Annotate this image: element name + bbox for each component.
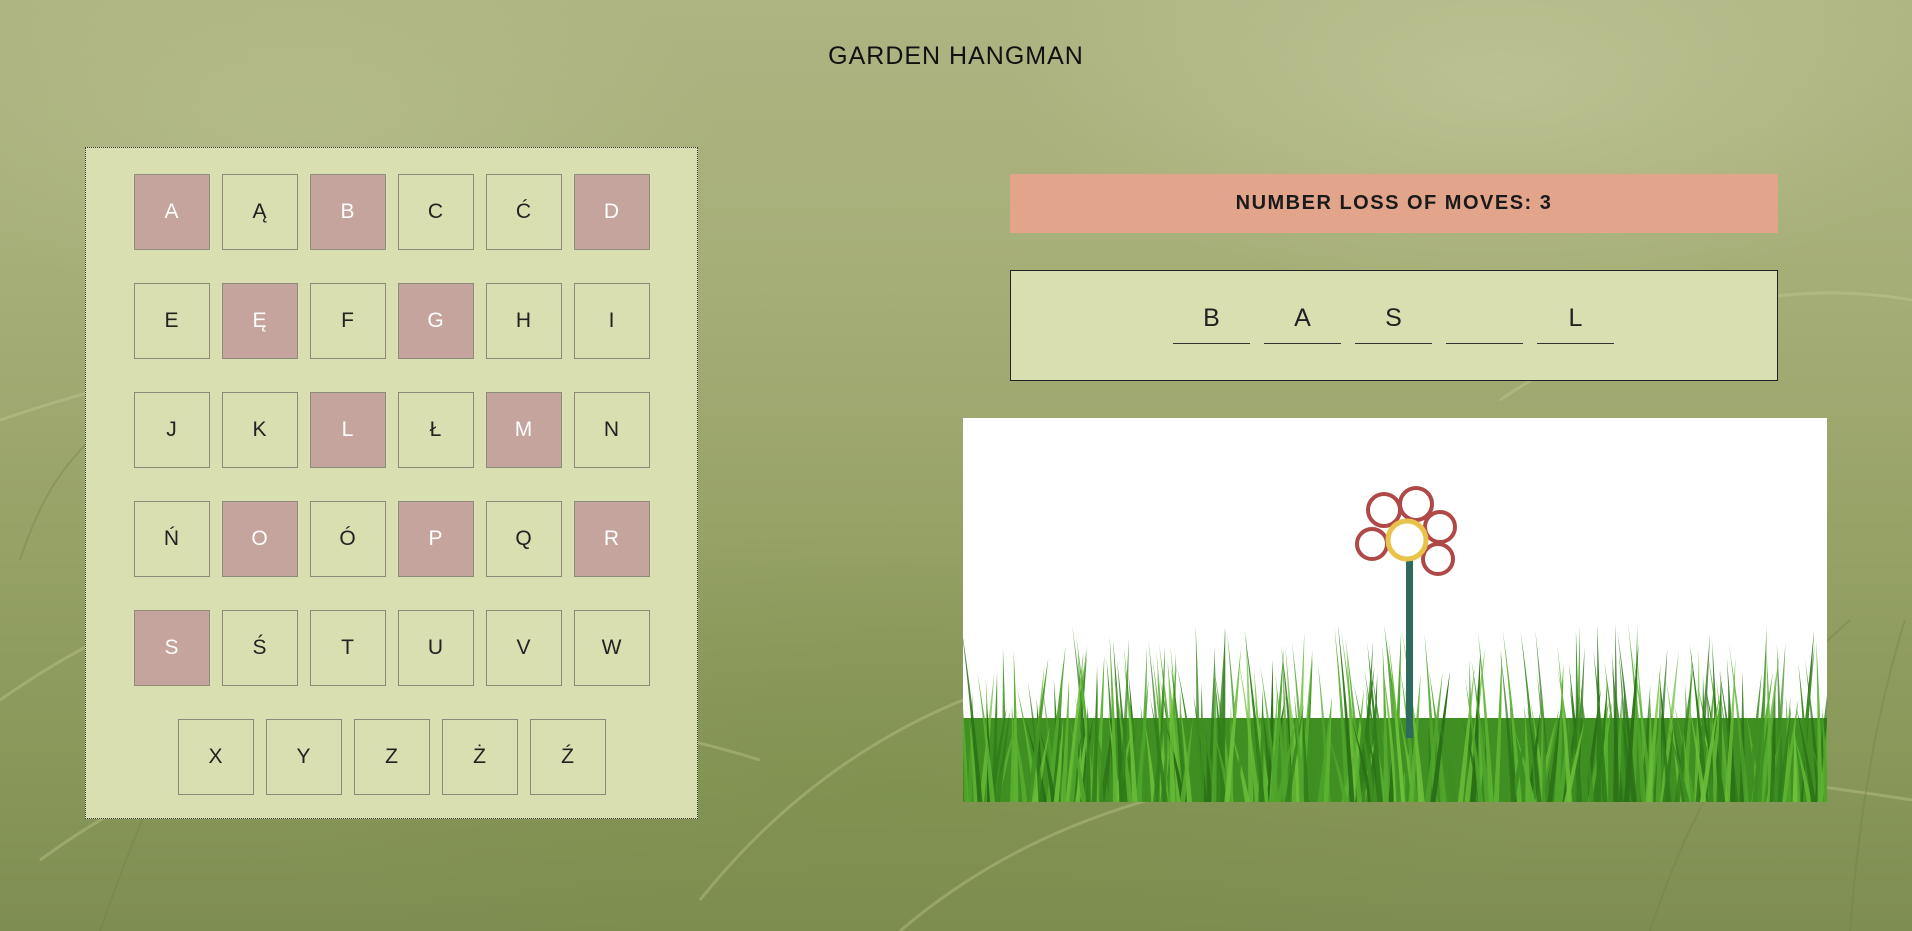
keyboard-row: SŚTUVW [86,610,697,686]
letter-key[interactable]: L [309,392,386,468]
letter-key[interactable]: O [221,501,298,577]
letter-key[interactable]: Ą [221,174,298,250]
flower-scene [963,418,1827,802]
flower-center [1385,518,1429,562]
moves-counter-banner: NUMBER LOSS OF MOVES: 3 [1010,174,1778,233]
letter-key[interactable]: Ł [397,392,474,468]
flower-stem [1406,558,1413,738]
letter-key[interactable]: Ż [441,719,518,795]
letter-key[interactable]: Ć [485,174,562,250]
flower-scene-drawing [963,486,1827,802]
letter-key[interactable]: Ń [133,501,210,577]
letter-key[interactable]: B [309,174,386,250]
grass-field [963,622,1827,802]
letter-key[interactable]: Y [265,719,342,795]
letter-slot: S [1355,285,1432,344]
word-slots: BAS L [1173,285,1614,344]
letter-keyboard: AĄBCĆD EĘFGHI JKLŁMN ŃOÓPQR SŚTUVW XYZŻŹ [85,147,698,819]
petal-left [1355,527,1389,561]
letter-key[interactable]: V [485,610,562,686]
letter-key[interactable]: Ś [221,610,298,686]
petal-top-right [1398,486,1434,522]
letter-key[interactable]: R [573,501,650,577]
letter-key[interactable]: Z [353,719,430,795]
letter-key[interactable]: N [573,392,650,468]
grass-blades [963,622,1827,802]
letter-key[interactable]: S [133,610,210,686]
keyboard-row: ŃOÓPQR [86,501,697,577]
letter-key[interactable]: H [485,283,562,359]
petal-top-left [1366,492,1402,528]
letter-key[interactable]: J [133,392,210,468]
letter-key[interactable]: A [133,174,210,250]
letter-key[interactable]: X [177,719,254,795]
letter-key[interactable]: U [397,610,474,686]
petal-bottom-right [1421,542,1455,576]
letter-key[interactable]: K [221,392,298,468]
letter-key[interactable]: D [573,174,650,250]
letter-key[interactable]: G [397,283,474,359]
keyboard-row: XYZŻŹ [86,719,697,795]
page-title: GARDEN HANGMAN [828,42,1084,70]
word-display: BAS L [1010,270,1778,381]
letter-key[interactable]: M [485,392,562,468]
letter-key[interactable]: I [573,283,650,359]
letter-key[interactable]: F [309,283,386,359]
letter-key[interactable]: W [573,610,650,686]
letter-key[interactable]: P [397,501,474,577]
letter-slot: A [1264,285,1341,344]
petal-right [1423,510,1457,544]
letter-slot [1446,285,1523,344]
keyboard-row: AĄBCĆD [86,174,697,250]
letter-key[interactable]: E [133,283,210,359]
letter-slot: L [1537,285,1614,344]
letter-key[interactable]: Ź [529,719,606,795]
letter-key[interactable]: Ę [221,283,298,359]
letter-key[interactable]: Ó [309,501,386,577]
letter-key[interactable]: C [397,174,474,250]
letter-key[interactable]: Q [485,501,562,577]
letter-slot: B [1173,285,1250,344]
keyboard-row: JKLŁMN [86,392,697,468]
keyboard-row: EĘFGHI [86,283,697,359]
letter-key[interactable]: T [309,610,386,686]
